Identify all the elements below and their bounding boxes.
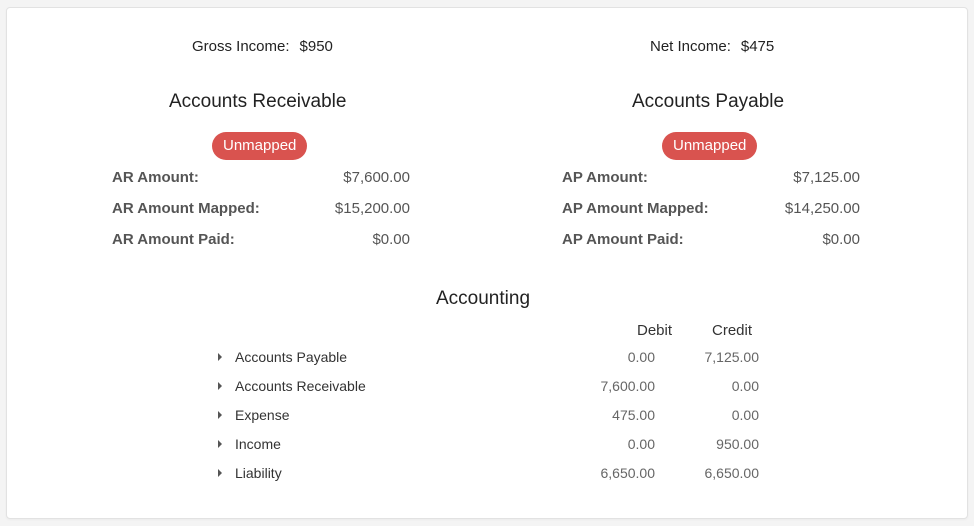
ap-amount-mapped-value: $14,250.00: [784, 200, 860, 217]
account-credit: 0.00: [731, 378, 759, 394]
account-credit: 950.00: [716, 436, 759, 452]
ar-amount-paid-value: $0.00: [372, 231, 410, 248]
account-credit: 6,650.00: [704, 465, 760, 481]
ar-amount-paid-row: AR Amount Paid: $0.00: [112, 230, 410, 250]
account-name[interactable]: Liability: [235, 462, 282, 484]
caret-right-icon[interactable]: [215, 462, 225, 484]
ar-amount-mapped-label: AR Amount Mapped:: [112, 200, 260, 217]
account-name[interactable]: Income: [235, 433, 281, 455]
account-credit: 0.00: [731, 407, 759, 423]
ap-amount-paid-value: $0.00: [822, 231, 860, 248]
account-row-expense[interactable]: Expense 475.00 0.00: [215, 404, 759, 426]
net-income: Net Income: $475: [650, 38, 774, 55]
debit-column-header: Debit: [637, 322, 673, 339]
ap-amount-row: AP Amount: $7,125.00: [562, 168, 860, 188]
accounts-payable-title: Accounts Payable: [632, 91, 785, 112]
credit-column-header: Credit: [712, 322, 753, 339]
caret-right-icon[interactable]: [215, 433, 225, 455]
gross-income-label: Gross Income:: [192, 38, 290, 55]
ar-amount-value: $7,600.00: [343, 169, 410, 186]
payable-status-badge[interactable]: Unmapped: [662, 132, 758, 160]
caret-right-icon[interactable]: [215, 375, 225, 397]
ap-amount-paid-label: AP Amount Paid:: [562, 231, 684, 248]
ar-amount-paid-label: AR Amount Paid:: [112, 231, 235, 248]
net-income-value: $475: [740, 38, 775, 55]
caret-right-icon[interactable]: [215, 346, 225, 368]
account-row-liability[interactable]: Liability 6,650.00 6,650.00: [215, 462, 759, 484]
account-row-accounts-payable[interactable]: Accounts Payable 0.00 7,125.00: [215, 346, 759, 368]
ap-amount-mapped-row: AP Amount Mapped: $14,250.00: [562, 199, 860, 219]
account-name[interactable]: Accounts Receivable: [235, 375, 366, 397]
ar-amount-mapped-row: AR Amount Mapped: $15,200.00: [112, 199, 410, 219]
account-debit: 0.00: [627, 349, 655, 365]
gross-income-value: $950: [299, 38, 333, 55]
caret-right-icon[interactable]: [215, 404, 225, 426]
account-credit: 7,125.00: [704, 349, 760, 365]
receivable-status-badge[interactable]: Unmapped: [212, 132, 308, 160]
gross-income: Gross Income: $950: [192, 38, 333, 55]
ap-amount-mapped-label: AP Amount Mapped:: [562, 200, 709, 217]
account-debit: 6,650.00: [600, 465, 656, 481]
account-row-income[interactable]: Income 0.00 950.00: [215, 433, 759, 455]
account-debit: 0.00: [627, 436, 655, 452]
summary-card: Gross Income: $950 Net Income: $475 Accoun…: [6, 7, 968, 519]
account-debit: 475.00: [612, 407, 655, 423]
account-name[interactable]: Expense: [235, 404, 289, 426]
accounts-receivable-title: Accounts Receivable: [169, 91, 347, 112]
ar-amount-mapped-value: $15,200.00: [334, 200, 410, 217]
net-income-label: Net Income:: [650, 38, 731, 55]
account-name[interactable]: Accounts Payable: [235, 346, 347, 368]
account-debit: 7,600.00: [600, 378, 656, 394]
ar-amount-label: AR Amount:: [112, 169, 199, 186]
account-row-accounts-receivable[interactable]: Accounts Receivable 7,600.00 0.00: [215, 375, 759, 397]
ap-amount-paid-row: AP Amount Paid: $0.00: [562, 230, 860, 250]
accounting-title: Accounting: [436, 288, 531, 309]
ap-amount-label: AP Amount:: [562, 169, 648, 186]
ap-amount-value: $7,125.00: [793, 169, 860, 186]
ar-amount-row: AR Amount: $7,600.00: [112, 168, 410, 188]
